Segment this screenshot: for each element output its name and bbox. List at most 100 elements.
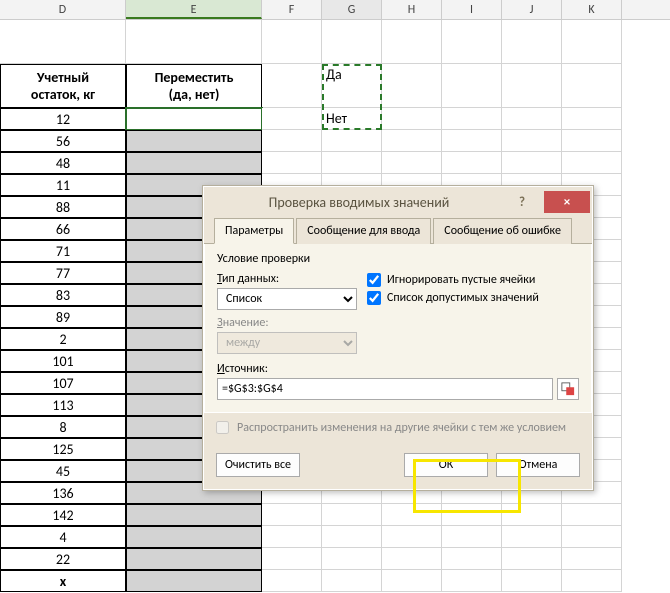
cell[interactable] — [382, 108, 442, 130]
cell-d[interactable]: 142 — [0, 504, 126, 526]
tab-input-message[interactable]: Сообщение для ввода — [296, 218, 431, 244]
cell[interactable] — [442, 108, 502, 130]
cell[interactable] — [322, 504, 382, 526]
col-header-e[interactable]: E — [126, 0, 262, 19]
cell-d[interactable]: 113 — [0, 394, 126, 416]
cell[interactable]: Нет — [322, 108, 382, 130]
cell[interactable] — [382, 570, 442, 592]
col-header-h[interactable]: H — [382, 0, 442, 19]
cell[interactable] — [322, 152, 382, 174]
cell[interactable] — [382, 20, 442, 64]
col-header-d[interactable]: D — [0, 0, 126, 19]
cell[interactable] — [322, 548, 382, 570]
cell[interactable] — [442, 152, 502, 174]
cell-d[interactable]: 107 — [0, 372, 126, 394]
cell[interactable] — [562, 64, 622, 108]
tab-error-alert[interactable]: Сообщение об ошибке — [433, 218, 572, 244]
cell[interactable] — [562, 108, 622, 130]
cell-d[interactable]: 101 — [0, 350, 126, 372]
col-header-i[interactable]: I — [442, 0, 502, 19]
cell[interactable] — [562, 20, 622, 64]
cell[interactable] — [262, 152, 322, 174]
cell-d[interactable]: 48 — [0, 152, 126, 174]
cell[interactable] — [502, 504, 562, 526]
cell[interactable] — [502, 570, 562, 592]
ok-button[interactable]: ОК — [404, 453, 488, 477]
col-header-j[interactable]: J — [502, 0, 562, 19]
cell[interactable] — [322, 20, 382, 64]
cell[interactable] — [322, 130, 382, 152]
cell[interactable] — [0, 20, 126, 64]
cell-g3[interactable]: Да — [322, 64, 382, 108]
cell[interactable] — [442, 20, 502, 64]
col-header-g[interactable]: G — [322, 0, 382, 19]
cell[interactable] — [502, 20, 562, 64]
cell-d[interactable]: 2 — [0, 328, 126, 350]
cell[interactable] — [262, 20, 322, 64]
cell[interactable] — [382, 64, 442, 108]
cell[interactable] — [502, 548, 562, 570]
cell[interactable] — [262, 526, 322, 548]
ignore-blanks-checkbox[interactable]: Игнорировать пустые ячейки — [367, 273, 579, 287]
cell-d[interactable]: 8 — [0, 416, 126, 438]
header-d[interactable]: Учетный остаток, кг — [0, 64, 126, 108]
cell-d[interactable]: 11 — [0, 174, 126, 196]
cell-e[interactable] — [126, 108, 262, 130]
cell[interactable] — [262, 130, 322, 152]
cell[interactable] — [442, 570, 502, 592]
cell-d[interactable]: 88 — [0, 196, 126, 218]
cell[interactable] — [262, 64, 322, 108]
cell[interactable] — [442, 548, 502, 570]
cell[interactable] — [442, 526, 502, 548]
cell-d[interactable]: 12 — [0, 108, 126, 130]
cell-e[interactable] — [126, 526, 262, 548]
cell[interactable] — [322, 526, 382, 548]
cell[interactable] — [382, 130, 442, 152]
clear-all-button[interactable]: Очистить все — [216, 453, 300, 477]
cell[interactable] — [262, 108, 322, 130]
cell-e[interactable] — [126, 548, 262, 570]
cell[interactable] — [562, 504, 622, 526]
cell-d[interactable]: 66 — [0, 218, 126, 240]
cell-d[interactable]: x — [0, 570, 126, 592]
cell[interactable] — [562, 570, 622, 592]
cell[interactable] — [502, 152, 562, 174]
type-select[interactable]: Список — [217, 288, 357, 310]
cell[interactable] — [262, 548, 322, 570]
cell[interactable] — [126, 20, 262, 64]
cell[interactable] — [262, 570, 322, 592]
source-input[interactable] — [217, 378, 553, 400]
cell[interactable] — [382, 504, 442, 526]
header-e[interactable]: Переместить (да, нет) — [126, 64, 262, 108]
cell-d[interactable]: 77 — [0, 262, 126, 284]
cell[interactable] — [502, 130, 562, 152]
cell-d[interactable]: 136 — [0, 482, 126, 504]
cell-d[interactable]: 89 — [0, 306, 126, 328]
cell-d[interactable]: 125 — [0, 438, 126, 460]
cell[interactable] — [562, 152, 622, 174]
cell[interactable] — [562, 526, 622, 548]
cell-d[interactable]: 83 — [0, 284, 126, 306]
help-button[interactable]: ? — [502, 190, 542, 214]
close-button[interactable]: × — [544, 191, 590, 213]
cell[interactable] — [442, 64, 502, 108]
cell-e[interactable] — [126, 570, 262, 592]
cell[interactable] — [502, 526, 562, 548]
cell-d[interactable]: 56 — [0, 130, 126, 152]
cell[interactable] — [562, 548, 622, 570]
cell-e[interactable] — [126, 152, 262, 174]
cell-d[interactable]: 22 — [0, 548, 126, 570]
tab-parameters[interactable]: Параметры — [214, 218, 294, 244]
col-header-f[interactable]: F — [262, 0, 322, 19]
cell-e[interactable] — [126, 130, 262, 152]
range-picker-button[interactable] — [557, 378, 579, 400]
cell[interactable] — [262, 504, 322, 526]
cell[interactable] — [322, 570, 382, 592]
cell[interactable] — [382, 152, 442, 174]
cell[interactable] — [442, 504, 502, 526]
cell-e[interactable] — [126, 504, 262, 526]
cell[interactable] — [502, 64, 562, 108]
cell[interactable] — [502, 108, 562, 130]
cell-d[interactable]: 71 — [0, 240, 126, 262]
cell[interactable] — [382, 548, 442, 570]
